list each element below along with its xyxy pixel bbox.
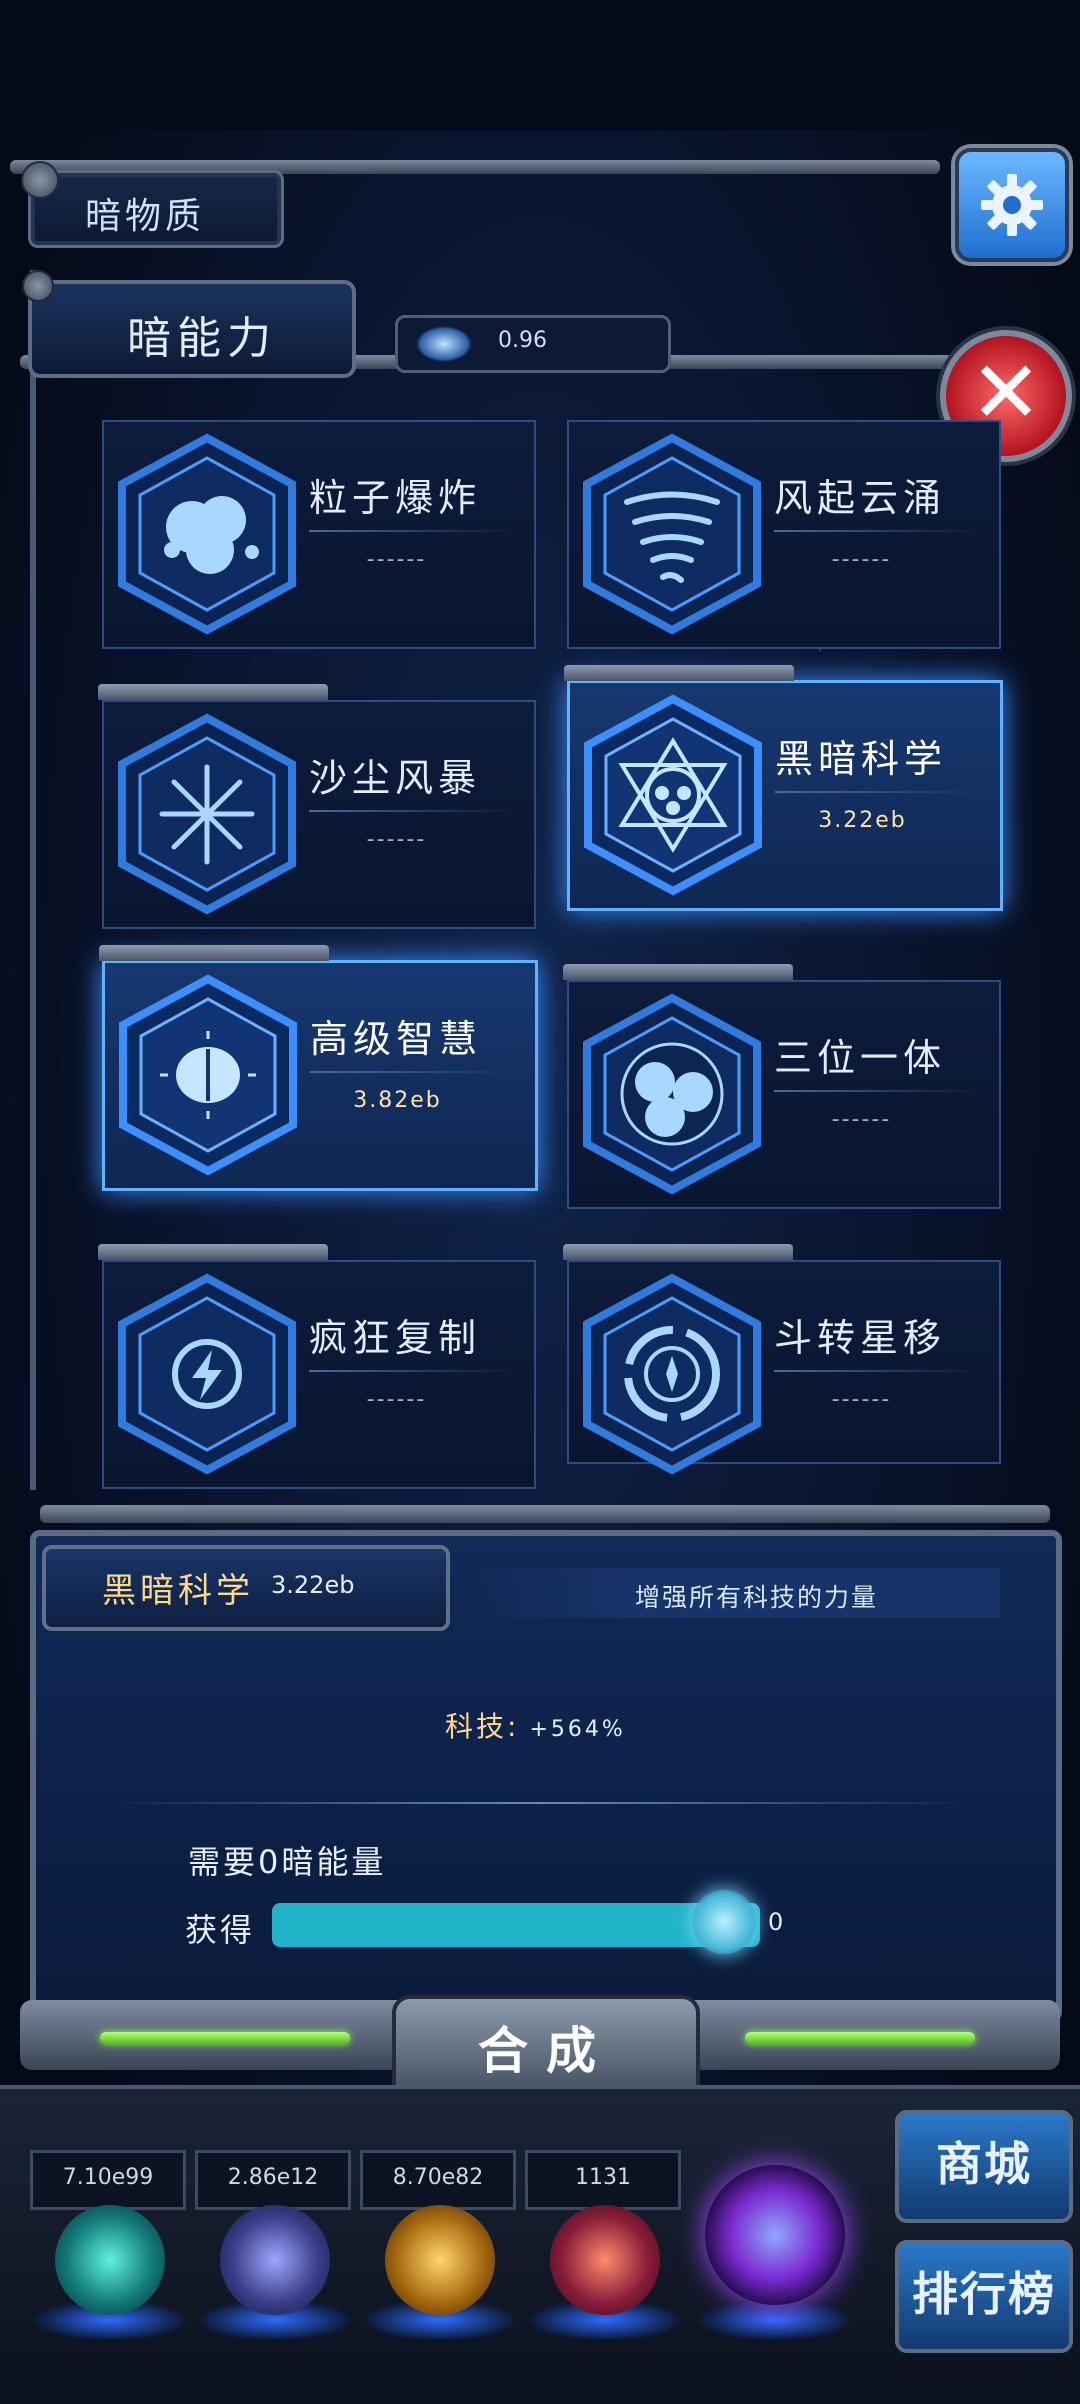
detail-description-bar: 增强所有科技的力量 xyxy=(470,1568,1000,1618)
detail-value: 3.22eb xyxy=(271,1571,355,1599)
left-glow-bar xyxy=(100,2032,350,2044)
divider-line xyxy=(309,530,514,532)
divider-line xyxy=(775,791,980,793)
detail-divider xyxy=(110,1802,970,1804)
detail-rail xyxy=(40,1505,1050,1523)
ability-card-sandstorm[interactable]: 沙尘风暴 ------ xyxy=(98,684,536,929)
lightning-icon xyxy=(118,1273,296,1475)
card-tab xyxy=(563,964,793,980)
gain-value: 0 xyxy=(768,1908,784,1936)
ability-value: ------ xyxy=(366,827,427,852)
divider-line xyxy=(309,1370,514,1372)
panel-title: 暗能力 xyxy=(127,313,277,364)
brain-icon xyxy=(119,974,297,1176)
ability-value: 3.82eb xyxy=(353,1088,442,1113)
detail-description: 增强所有科技的力量 xyxy=(635,1583,879,1612)
ability-card-trinity[interactable]: 三位一体 ------ xyxy=(563,964,1001,1209)
atom-orb-icon[interactable] xyxy=(55,2205,165,2315)
ability-value: ------ xyxy=(831,1107,892,1132)
ability-value: ------ xyxy=(831,1387,892,1412)
tornado-icon xyxy=(583,433,761,635)
ability-name: 风起云涌 xyxy=(774,476,947,520)
rank-button[interactable]: 排行榜 xyxy=(895,2240,1073,2353)
top-title-box: 暗物质 xyxy=(21,161,284,248)
particle-explosion-icon xyxy=(118,433,296,635)
ability-card-particle-explosion[interactable]: 粒子爆炸 ------ xyxy=(102,420,536,649)
shop-label: 商城 xyxy=(936,2137,1032,2191)
resource-slot: 8.70e82 xyxy=(360,2150,516,2210)
divider-line xyxy=(774,1370,979,1372)
card-tab xyxy=(564,665,794,681)
gear-icon xyxy=(981,174,1043,236)
vortex-icon xyxy=(583,1273,761,1475)
divider-line xyxy=(774,530,979,532)
ability-name: 三位一体 xyxy=(774,1036,947,1080)
divider-line xyxy=(309,810,514,812)
ability-value: ------ xyxy=(366,547,427,572)
resource-value: 8.70e82 xyxy=(392,2165,484,2190)
ability-value: ------ xyxy=(831,547,892,572)
sandstorm-icon xyxy=(118,713,296,915)
energy-value: 0.96 xyxy=(498,328,547,353)
ability-name: 高级智慧 xyxy=(310,1017,483,1061)
lightning-orb-icon[interactable] xyxy=(220,2205,330,2315)
star-orb-icon[interactable] xyxy=(385,2205,495,2315)
card-tab xyxy=(98,1244,328,1260)
resource-slot: 7.10e99 xyxy=(30,2150,186,2210)
stat-label: 科技: xyxy=(445,1710,520,1743)
divider-line xyxy=(310,1071,515,1073)
galaxy-icon xyxy=(416,326,472,362)
resource-value: 1131 xyxy=(575,2165,631,2190)
right-glow-bar xyxy=(745,2032,975,2044)
ability-card-star-shift[interactable]: 斗转星移 ------ xyxy=(563,1244,1001,1475)
gain-label: 获得 xyxy=(185,1911,256,1949)
panel-header: 暗能力 xyxy=(22,270,356,378)
trinity-icon xyxy=(583,993,761,1195)
orb-base xyxy=(700,2300,850,2340)
stat-value: +564% xyxy=(529,1717,626,1742)
ability-value: 3.22eb xyxy=(818,808,907,833)
dark-matter-orb-icon[interactable] xyxy=(705,2165,845,2305)
ability-name: 粒子爆炸 xyxy=(309,476,482,520)
ability-card-advanced-wisdom[interactable]: 高级智慧 3.82eb xyxy=(99,945,538,1191)
gain-slider[interactable] xyxy=(272,1903,760,1947)
ability-card-dark-science[interactable]: 黑暗科学 3.22eb xyxy=(564,665,1003,911)
ability-name: 疯狂复制 xyxy=(309,1316,482,1360)
resource-slot: 2.86e12 xyxy=(195,2150,351,2210)
ability-name: 斗转星移 xyxy=(774,1316,947,1360)
screw-icon xyxy=(22,270,54,302)
shop-button[interactable]: 商城 xyxy=(895,2110,1073,2223)
hexagram-icon xyxy=(584,694,762,896)
divider-line xyxy=(774,1090,979,1092)
screw-icon xyxy=(21,161,59,199)
card-tab xyxy=(99,945,329,961)
card-tab xyxy=(563,1244,793,1260)
detail-stat: 科技: +564% xyxy=(445,1705,626,1745)
ability-value: ------ xyxy=(366,1387,427,1412)
energy-display: 0.96 xyxy=(395,315,671,373)
resource-value: 2.86e12 xyxy=(227,2165,319,2190)
ability-name: 沙尘风暴 xyxy=(309,756,482,800)
detail-name: 黑暗科学 xyxy=(102,1571,254,1611)
detail-title-box: 黑暗科学 3.22eb xyxy=(42,1545,450,1631)
top-bar: 暗物质 xyxy=(0,130,1080,280)
need-text: 需要0暗能量 xyxy=(188,1843,387,1881)
ability-name: 黑暗科学 xyxy=(775,737,948,781)
settings-button[interactable] xyxy=(955,148,1069,262)
ability-card-crazy-copy[interactable]: 疯狂复制 ------ xyxy=(98,1244,536,1489)
resource-slot: 1131 xyxy=(525,2150,681,2210)
slider-knob[interactable] xyxy=(692,1890,756,1954)
ability-card-tornado[interactable]: 风起云涌 ------ xyxy=(567,420,1001,649)
resource-value: 7.10e99 xyxy=(62,2165,154,2190)
rank-label: 排行榜 xyxy=(912,2267,1056,2321)
card-tab xyxy=(98,684,328,700)
cell-orb-icon[interactable] xyxy=(550,2205,660,2315)
top-title: 暗物质 xyxy=(85,196,206,237)
